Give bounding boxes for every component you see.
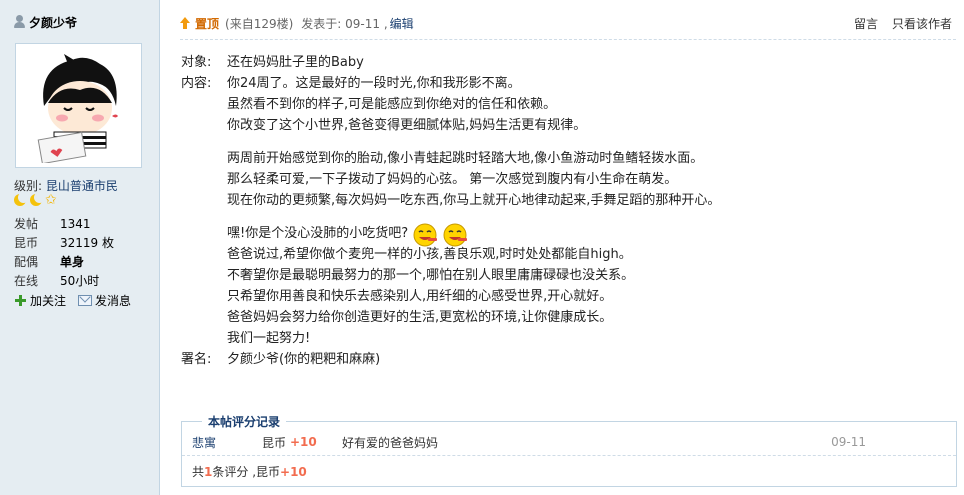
avatar-frame[interactable]: [15, 43, 142, 168]
rating-reason: 好有爱的爸爸妈妈: [342, 435, 439, 450]
line-text: 还在妈妈肚子里的Baby: [227, 55, 364, 70]
post-line: 虽然看不到你的样子,可是能感应到你绝对的信任和依赖。: [227, 97, 557, 112]
floor-info: (来自129楼): [225, 16, 294, 31]
stat-key: 发帖: [14, 217, 39, 231]
line-text: 嘿!你是个没心没肺的小吃货吧?: [227, 226, 409, 241]
stat-posts: 发帖 1341: [14, 214, 114, 233]
total-prefix: 共: [192, 465, 205, 479]
stat-online: 在线 50小时: [14, 271, 114, 290]
line-text: 夕颜少爷(你的粑粑和麻麻): [227, 352, 381, 367]
level-label: 级别:: [14, 179, 43, 193]
mail-icon: [78, 295, 93, 306]
post-line: 不奢望你是最聪明最努力的那一个,哪怕在别人眼里庸庸碌碌也没关系。: [227, 268, 635, 283]
rating-divider: [182, 455, 956, 456]
reply-link[interactable]: 留言: [854, 15, 878, 32]
total-points: +10: [280, 465, 307, 479]
post-line: 对象: 还在妈妈肚子里的Baby: [181, 52, 720, 73]
follow-button[interactable]: 加关注: [14, 292, 66, 309]
rating-record-box: 本帖评分记录 悲寓 昆币 +10 好有爱的爸爸妈妈 09-11 共1条评分 ,昆…: [181, 413, 957, 487]
stat-coins: 昆币 32119 枚: [14, 233, 114, 252]
stat-spouse: 配偶 单身: [14, 252, 114, 271]
post-line: 我们一起努力!: [227, 331, 311, 346]
post-line: 爸爸妈妈会努力给你创造更好的生活,更宽松的环境,让你健康成长。: [227, 310, 613, 325]
stat-key: 在线: [14, 274, 39, 288]
laughing-emoticon-icon: [443, 223, 468, 246]
rater-name[interactable]: 悲寓: [192, 434, 262, 451]
post-time: 发表于: 09-11 ,: [301, 16, 388, 31]
line-prefix: 内容:: [181, 76, 212, 91]
total-mid: 条评分 ,昆币: [212, 465, 281, 479]
post-line: 你改变了这个小世界,爸爸变得更细腻体贴,妈妈生活更有规律。: [227, 118, 587, 133]
pin-up-icon: [180, 17, 191, 29]
stat-value: 32119 枚: [60, 236, 114, 250]
stat-value: 单身: [60, 255, 85, 269]
line-prefix: 署名:: [181, 352, 212, 367]
user-actions: 加关注 发消息: [14, 292, 143, 309]
post-line: 爸爸说过,希望你做个麦兜一样的小孩,善良乐观,时时处处都能自high。: [227, 247, 632, 262]
rating-points: +10: [290, 435, 317, 449]
stat-value: 50小时: [60, 274, 100, 288]
rating-date: 09-11: [831, 435, 866, 449]
level-value[interactable]: 昆山普通市民: [46, 179, 118, 193]
star-icon: ✩: [45, 192, 57, 208]
user-name[interactable]: 夕颜少爷: [29, 14, 77, 31]
rating-total: 共1条评分 ,昆币+10: [192, 463, 307, 480]
edit-link[interactable]: 编辑: [390, 15, 414, 32]
post-header: 置顶 (来自129楼) 发表于: 09-11 , 编辑 留言 只看该作者: [180, 14, 952, 32]
user-name-row[interactable]: 夕颜少爷: [13, 14, 77, 30]
stat-key: 昆币: [14, 236, 39, 250]
post-line: 署名: 夕颜少爷(你的粑粑和麻麻): [181, 349, 720, 370]
user-icon: [13, 15, 25, 29]
laughing-emoticon-icon: [413, 223, 438, 246]
rating-row: 悲寓 昆币 +10 好有爱的爸爸妈妈 09-11: [192, 434, 946, 450]
post-line: 内容: 你24周了。这是最好的一段时光,你和我形影不离。: [181, 73, 720, 94]
line-prefix: 对象:: [181, 55, 212, 70]
post-line: 现在你动的更频繁,每次妈妈一吃东西,你马上就开心地律动起来,手舞足蹈的那种开心。: [227, 193, 721, 208]
user-sidebar: 夕颜少爷 级别: 昆山普通市民 ✩ 发帖 1341 昆币 32119 枚 配偶 …: [0, 0, 160, 495]
moon-icon: [29, 192, 45, 207]
rating-title: 本帖评分记录: [202, 413, 287, 430]
header-divider: [180, 39, 956, 40]
only-author-link[interactable]: 只看该作者: [892, 15, 952, 32]
post-line: 只希望你用善良和快乐去感染别人,用纤细的心感受世界,开心就好。: [227, 289, 613, 304]
line-text: 你24周了。这是最好的一段时光,你和我形影不离。: [227, 76, 521, 91]
follow-label: 加关注: [30, 294, 67, 308]
level-row: 级别: 昆山普通市民: [14, 177, 118, 194]
user-stats: 发帖 1341 昆币 32119 枚 配偶 单身 在线 50小时: [14, 214, 114, 290]
post-line: 嘿!你是个没心没肺的小吃货吧?: [181, 223, 720, 246]
message-label: 发消息: [95, 294, 132, 308]
post-line: 两周前开始感觉到你的胎动,像小青蛙起跳时轻踏大地,像小鱼游动时鱼鳍轻拨水面。: [227, 151, 704, 166]
rating-currency: 昆币: [262, 435, 287, 450]
post-body: 对象: 还在妈妈肚子里的Baby 内容: 你24周了。这是最好的一段时光,你和我…: [181, 52, 720, 370]
rank-stars: ✩: [13, 192, 59, 208]
header-actions: 留言 只看该作者: [840, 15, 952, 32]
stat-value: 1341: [60, 216, 91, 231]
avatar[interactable]: [20, 48, 137, 165]
moon-icon: [13, 192, 29, 207]
pin-label[interactable]: 置顶: [195, 15, 219, 32]
plus-icon: [14, 294, 27, 307]
send-message-button[interactable]: 发消息: [78, 292, 131, 309]
stat-key: 配偶: [14, 255, 39, 269]
post-line: 那么轻柔可爱,一下子拨动了妈妈的心弦。 第一次感觉到腹内有小生命在萌发。: [227, 172, 678, 187]
